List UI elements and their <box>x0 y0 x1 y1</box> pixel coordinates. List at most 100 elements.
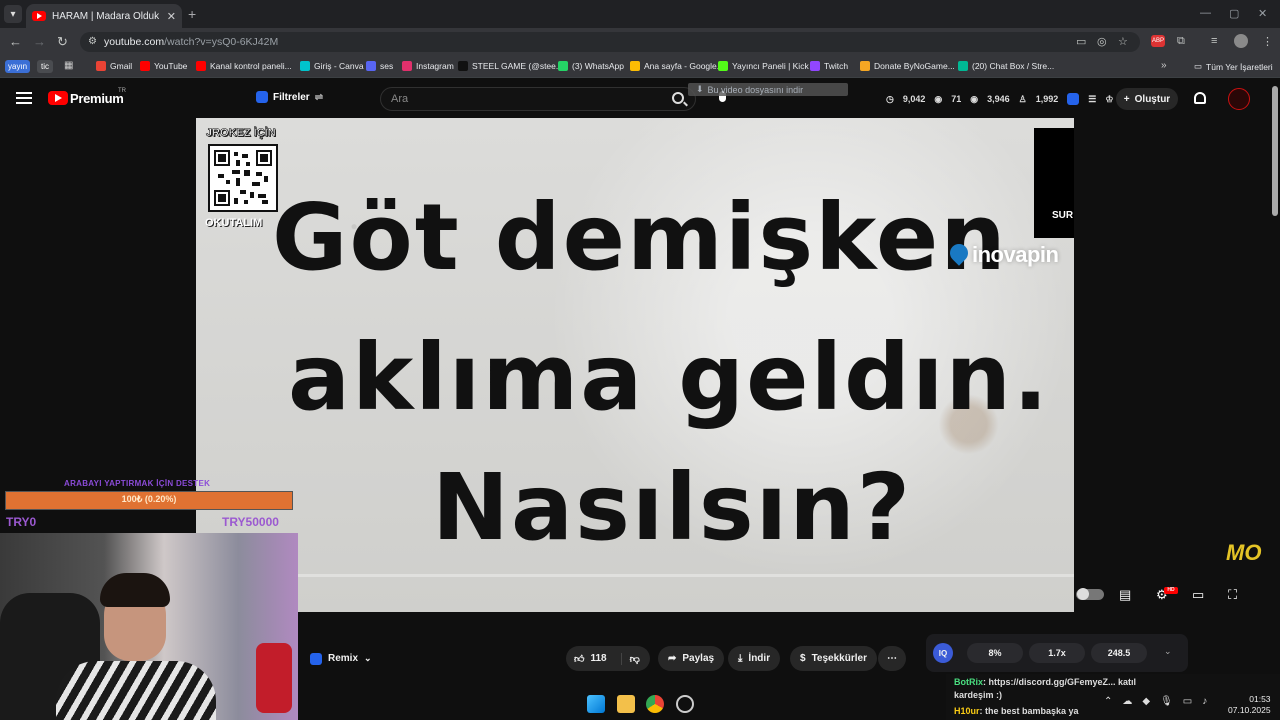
all-bookmarks-folder[interactable]: ▭ Tüm Yer İşaretleri <box>1194 61 1273 72</box>
page-scrollbar[interactable] <box>1272 86 1278 216</box>
remix-button[interactable]: Remix ⌄ <box>300 646 382 671</box>
graffiti-line-3: Nasılsın? <box>432 454 913 561</box>
youtube-premium-label[interactable]: Premium <box>70 91 124 106</box>
tray-chevron-icon[interactable]: ⌃ <box>1104 696 1112 707</box>
file-explorer-icon[interactable] <box>617 695 635 713</box>
trophy-icon[interactable]: ♔ <box>1105 94 1113 105</box>
share-button[interactable]: ➦ Paylaş <box>658 646 725 671</box>
eye-off-icon[interactable]: ◎ <box>1097 35 1107 48</box>
download-tooltip-text: Bu video dosyasını indir <box>707 84 804 95</box>
bookmark-star-icon[interactable]: ☆ <box>1118 35 1128 48</box>
bookmark-item[interactable]: Instagram <box>402 61 454 71</box>
cast-icon[interactable]: ▭ <box>1076 35 1086 48</box>
reading-list-icon[interactable]: ≡ <box>1211 35 1217 47</box>
browser-menu-icon[interactable]: ⋮ <box>1262 35 1273 48</box>
chrome-taskbar-icon[interactable] <box>646 695 664 713</box>
chat-message-continued: kardeşim :) <box>954 690 1002 700</box>
bookmark-label: Twitch <box>824 61 849 71</box>
bookmark-item[interactable]: Giriş - Canva <box>300 61 364 71</box>
remix-extension-icon <box>310 652 322 665</box>
bookmark-item[interactable]: Gmail <box>96 61 132 71</box>
browser-tab[interactable]: HARAM | Madara Olduk #580 · ✕ <box>26 4 182 28</box>
filters-button[interactable]: Filtreler ⇌ <box>256 91 323 103</box>
system-tray: ⌃ ☁ ◆ 🎙︎ ▭ ♪ <box>1104 696 1207 707</box>
url-path: /watch?v=ysQ0-6KJ42M <box>164 36 279 48</box>
forward-icon[interactable]: → <box>33 34 46 49</box>
theater-mode-icon[interactable]: ▭ <box>1192 587 1204 603</box>
bookmark-item[interactable]: (20) Chat Box / Stre... <box>958 61 1054 71</box>
iq-extension-icon[interactable] <box>1067 93 1080 105</box>
bookmark-item[interactable]: Donate ByNoGame... <box>860 61 955 71</box>
extensions-icon[interactable]: ⧉ <box>1177 35 1185 48</box>
close-window-button[interactable]: ✕ <box>1258 7 1267 20</box>
qr-caption-top: JROKEZ İÇİN <box>206 127 276 140</box>
thanks-button[interactable]: $ Teşekkürler <box>790 646 877 671</box>
maximize-button[interactable]: ▢ <box>1229 7 1239 20</box>
sponsor-logo: inovapin <box>972 242 1059 267</box>
red-speaker <box>256 643 292 713</box>
bookmark-item[interactable]: Yayıncı Paneli | Kick <box>718 61 809 71</box>
subtitles-icon[interactable]: ▤ <box>1119 587 1131 603</box>
folder-icon: ▭ <box>1194 61 1203 71</box>
bookmark-item[interactable]: Twitch <box>810 61 848 71</box>
bookmark-favicon-icon <box>140 61 150 71</box>
bookmark-item[interactable]: Ana sayfa - Google... <box>630 61 724 71</box>
cloud-icon[interactable]: ☁ <box>1122 696 1132 707</box>
chat-message: H10ur: the best bambaşka ya <box>954 706 1079 716</box>
search-icon[interactable] <box>672 92 684 104</box>
more-bookmarks-icon[interactable]: » <box>1161 60 1167 71</box>
url-text[interactable]: youtube.com/watch?v=ysQ0-6KJ42M <box>104 36 278 48</box>
notifications-bell-icon[interactable] <box>1194 92 1206 104</box>
monitor-icon[interactable]: ▭ <box>1183 696 1192 707</box>
autoplay-toggle[interactable] <box>1076 588 1104 600</box>
download-button[interactable]: ⤓ İndir <box>728 646 781 671</box>
account-avatar[interactable] <box>1228 88 1250 110</box>
video-progress-bar[interactable] <box>196 574 1074 577</box>
adblock-extension-icon[interactable]: ABP <box>1151 35 1165 47</box>
mic-tray-icon[interactable]: 🎙︎ <box>1160 696 1173 707</box>
menu-icon[interactable] <box>16 92 32 104</box>
all-bookmarks-label: Tüm Yer İşaretleri <box>1206 61 1273 72</box>
new-tab-button[interactable]: + <box>188 6 196 22</box>
volume-icon[interactable]: ♪ <box>1202 696 1207 707</box>
dislike-icon[interactable]: 👎︎ <box>620 652 640 665</box>
back-icon[interactable]: ← <box>9 34 22 49</box>
create-button[interactable]: + Oluştur <box>1116 88 1178 110</box>
widget-expand-icon[interactable]: ⌄ <box>1164 646 1172 657</box>
bookmark-item[interactable]: YouTube <box>140 61 187 71</box>
download-video-tooltip[interactable]: ⬇ Bu video dosyasını indir <box>688 83 848 96</box>
bookmark-favicon-icon <box>958 61 968 71</box>
like-count[interactable]: 118 <box>590 653 606 664</box>
close-tab-icon[interactable]: ✕ <box>167 10 176 23</box>
bookmark-item[interactable]: Kanal kontrol paneli... <box>196 61 292 71</box>
search-input[interactable]: Ara <box>380 87 696 111</box>
list-icon[interactable]: ☰ <box>1088 94 1096 105</box>
app-tray-icon[interactable]: ◆ <box>1142 696 1150 707</box>
site-info-icon[interactable]: ⚙ <box>88 36 97 47</box>
like-icon[interactable]: 👍︎ <box>574 653 584 665</box>
profile-chip-yayin[interactable]: yayın <box>5 60 31 73</box>
share-icon: ➦ <box>668 653 677 664</box>
thanks-label: Teşekkürler <box>811 653 867 664</box>
obs-taskbar-icon[interactable] <box>676 695 694 713</box>
clock-time: 01:53 <box>1249 694 1271 704</box>
video-player[interactable]: JROKEZ İÇİN OKUTALIM Göt demişken aklıma… <box>196 118 1074 612</box>
taskbar-clock[interactable]: 01:53 07.10.2025 <box>1228 694 1271 716</box>
windows-start-icon[interactable] <box>587 695 605 713</box>
tab-search-button[interactable]: ▾ <box>4 5 22 23</box>
youtube-logo-icon[interactable] <box>48 91 68 105</box>
minimize-button[interactable]: — <box>1200 7 1211 19</box>
profile-chip-tic[interactable]: tic <box>37 60 53 73</box>
bookmark-favicon-icon <box>860 61 870 71</box>
bookmark-item[interactable]: ses <box>366 61 393 71</box>
like-dislike-group: 👍︎ 118 👎︎ <box>566 646 650 671</box>
apps-grid-icon[interactable]: ▦ <box>64 60 73 71</box>
fullscreen-icon[interactable]: ⛶ <box>1228 587 1237 603</box>
profile-avatar[interactable] <box>1234 34 1248 48</box>
bookmark-item[interactable]: (3) WhatsApp <box>558 61 624 71</box>
reload-icon[interactable]: ↻ <box>57 34 68 50</box>
watch-icon: ◉ <box>970 93 979 104</box>
bookmark-item[interactable]: STEEL GAME (@stee... <box>458 61 563 71</box>
bookmark-label: Donate ByNoGame... <box>874 61 955 71</box>
more-actions-button[interactable]: ⋯ <box>878 646 906 671</box>
